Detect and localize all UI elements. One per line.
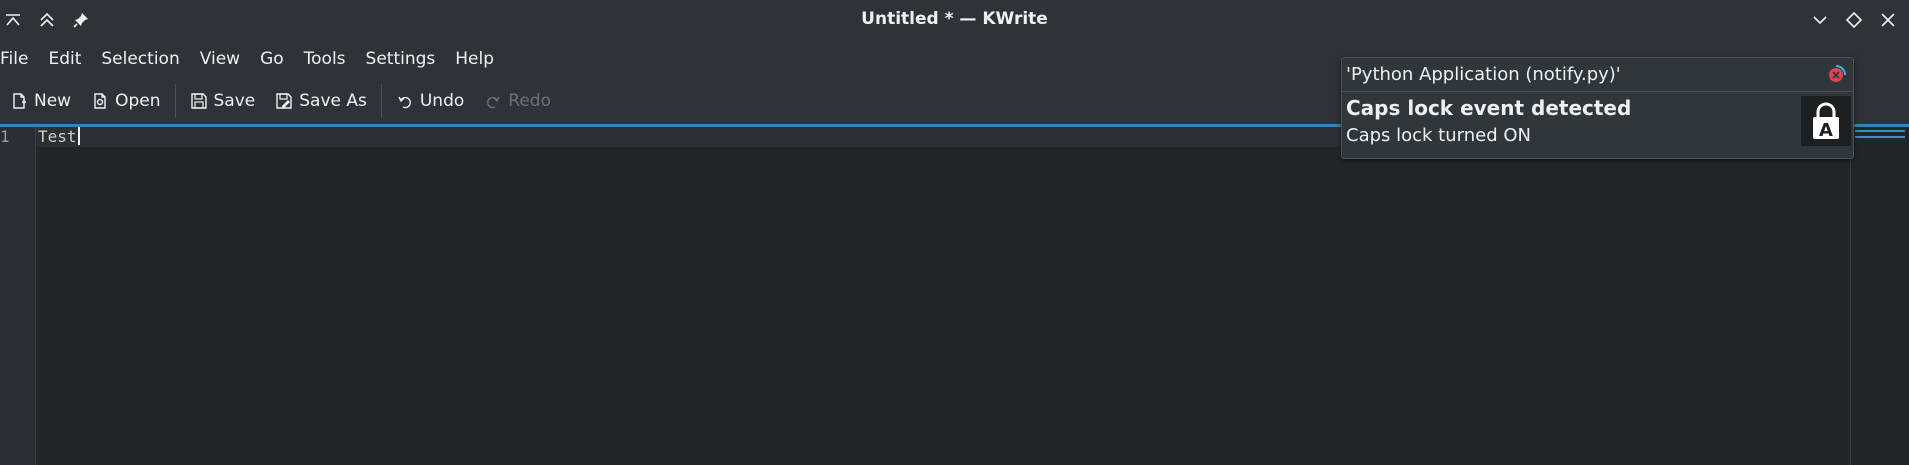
toolbar-separator: [380, 84, 382, 118]
editor-text: Test: [38, 127, 77, 146]
menu-view[interactable]: View: [190, 49, 250, 69]
editor-line[interactable]: Test: [38, 127, 80, 147]
redo-button[interactable]: Redo: [474, 84, 561, 118]
minimap-scrollbar[interactable]: [1850, 127, 1909, 465]
new-document-icon: [13, 93, 26, 109]
notification-body: Caps lock turned ON: [1346, 125, 1531, 146]
maximize-icon[interactable]: [1841, 8, 1867, 32]
redo-icon: [487, 96, 500, 109]
save-label: Save: [213, 91, 256, 111]
new-button[interactable]: New: [0, 84, 81, 118]
open-label: Open: [115, 91, 161, 111]
text-editor[interactable]: 1 Test: [0, 127, 1909, 465]
minimize-icon[interactable]: [1807, 8, 1833, 32]
caps-lock-icon: A: [1801, 96, 1851, 146]
menu-help[interactable]: Help: [445, 49, 504, 69]
close-icon: [1829, 65, 1846, 82]
menu-settings[interactable]: Settings: [356, 49, 446, 69]
notification-app-name: 'Python Application (notify.py)': [1346, 64, 1621, 85]
svg-text:A: A: [1819, 120, 1833, 141]
menu-go[interactable]: Go: [250, 49, 294, 69]
notification-header: 'Python Application (notify.py)': [1342, 58, 1853, 92]
new-label: New: [34, 91, 72, 111]
save-as-icon: [276, 93, 292, 109]
menu-selection[interactable]: Selection: [91, 49, 189, 69]
window-title: Untitled * — KWrite: [861, 9, 1048, 29]
title-bar: Untitled * — KWrite: [0, 0, 1909, 40]
save-button[interactable]: Save: [180, 84, 266, 118]
save-icon: [190, 93, 207, 109]
undo-label: Undo: [419, 91, 465, 111]
menu-tools[interactable]: Tools: [294, 49, 356, 69]
undo-button[interactable]: Undo: [386, 84, 474, 118]
redo-label: Redo: [508, 91, 551, 111]
notification-close-button[interactable]: [1825, 64, 1847, 86]
menu-file[interactable]: File: [0, 49, 38, 69]
text-cursor: [77, 127, 80, 145]
notification-popup[interactable]: 'Python Application (notify.py)' Caps lo…: [1341, 57, 1854, 159]
toolbar-separator: [174, 84, 176, 118]
open-button[interactable]: Open: [81, 84, 170, 118]
save-as-button[interactable]: Save As: [265, 84, 377, 118]
menu-edit[interactable]: Edit: [38, 49, 91, 69]
notification-summary: Caps lock event detected: [1346, 96, 1632, 120]
minimap-viewport[interactable]: [1855, 130, 1905, 138]
open-document-icon: [94, 93, 106, 109]
close-icon[interactable]: [1875, 8, 1901, 32]
line-number-gutter: 1: [0, 127, 36, 465]
save-as-label: Save As: [299, 91, 367, 111]
undo-icon: [398, 96, 411, 109]
line-number: 1: [0, 127, 10, 146]
